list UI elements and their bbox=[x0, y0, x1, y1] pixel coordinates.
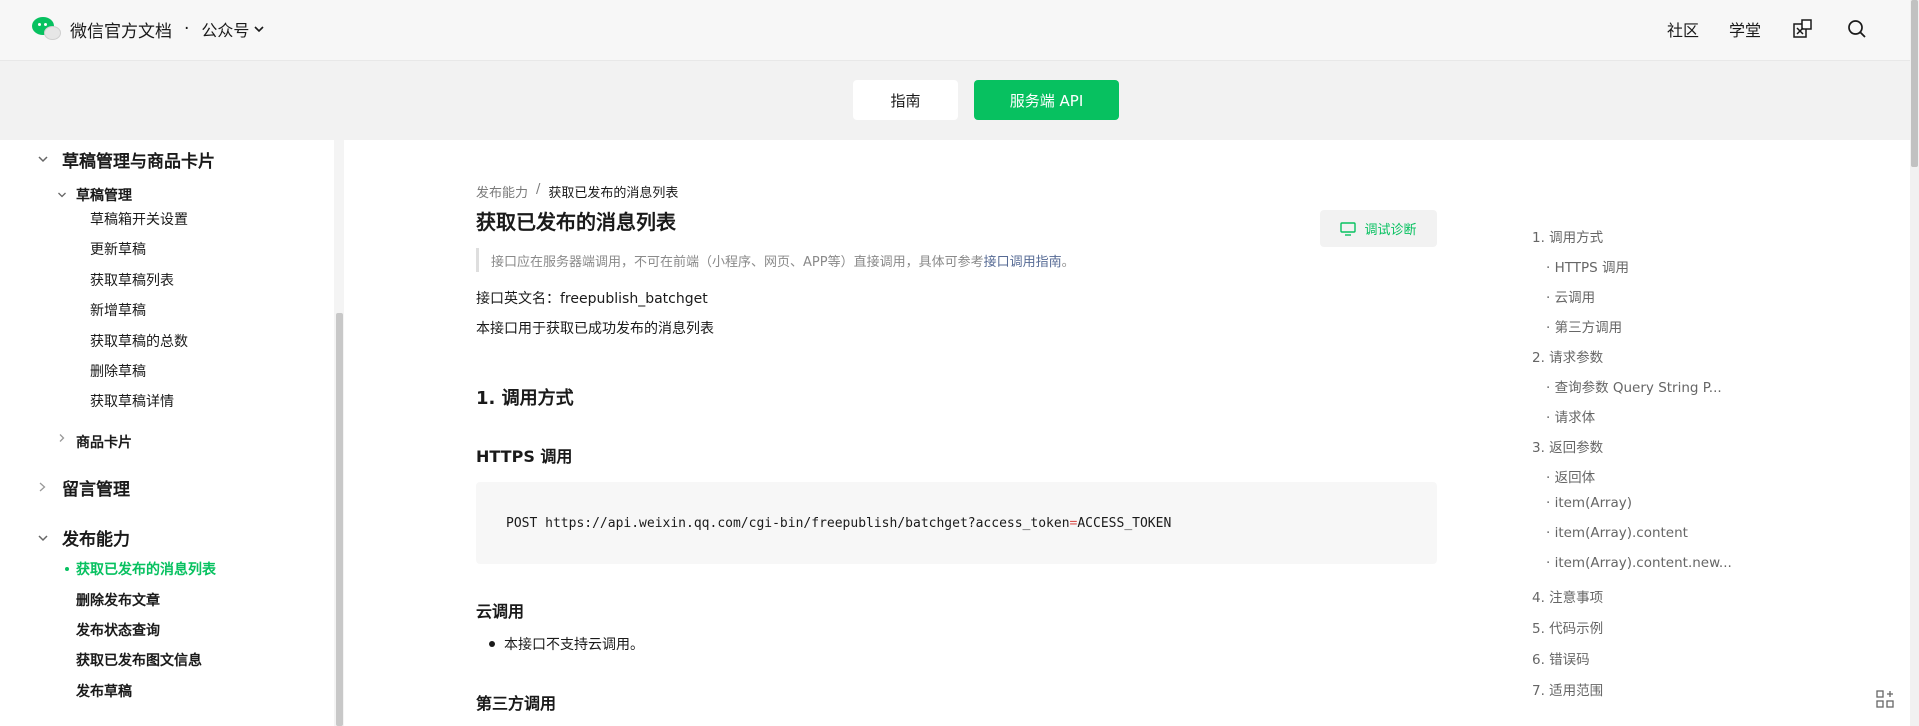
chevron-down-icon bbox=[254, 26, 264, 33]
toc-item[interactable]: 7. 适用范围 bbox=[1532, 679, 1603, 699]
toc-item[interactable]: · 第三方调用 bbox=[1546, 316, 1622, 336]
nav-link-community[interactable]: 社区 bbox=[1667, 17, 1699, 41]
heading-third-party-call: 第三方调用 bbox=[476, 694, 557, 713]
tab-guide[interactable]: 指南 bbox=[853, 80, 958, 120]
chevron-down-icon[interactable] bbox=[37, 152, 49, 166]
sidebar-item-published-article[interactable]: 获取已发布图文信息 bbox=[76, 651, 202, 669]
toc-item[interactable]: · 云调用 bbox=[1546, 286, 1595, 306]
nav-brand-area: 微信官方文档 · 公众号 bbox=[32, 14, 265, 44]
breadcrumb-current: 获取已发布的消息列表 bbox=[548, 186, 679, 201]
breadcrumb-separator: / bbox=[536, 182, 541, 197]
sidebar-item-add-draft[interactable]: 新增草稿 bbox=[90, 301, 146, 319]
section-call-method: 1. 调用方式 bbox=[476, 388, 574, 409]
api-name: 接口英文名：freepublish_batchget bbox=[476, 291, 708, 307]
toc-item[interactable]: 1. 调用方式 bbox=[1532, 226, 1603, 246]
monitor-icon bbox=[1340, 221, 1357, 236]
brand-title[interactable]: 微信官方文档 bbox=[70, 17, 172, 42]
tab-server-api[interactable]: 服务端 API bbox=[974, 80, 1119, 120]
page-scrollbar-thumb[interactable] bbox=[1911, 0, 1918, 167]
toc-item[interactable]: · item(Array).content bbox=[1546, 525, 1688, 541]
api-description: 本接口用于获取已成功发布的消息列表 bbox=[476, 321, 714, 337]
toc-item[interactable]: · 返回体 bbox=[1546, 466, 1595, 486]
sidebar-subgroup-product-card[interactable]: 商品卡片 bbox=[76, 433, 132, 451]
sidebar-item-draft-list[interactable]: 获取草稿列表 bbox=[90, 271, 174, 289]
chevron-down-icon[interactable] bbox=[57, 190, 67, 200]
notice-link-guide[interactable]: 接口调用指南 bbox=[984, 251, 1062, 270]
sidebar: 草稿管理与商品卡片 草稿管理 草稿箱开关设置 更新草稿 获取草稿列表 新增草稿 … bbox=[0, 140, 344, 726]
apps-grid-icon[interactable] bbox=[1872, 686, 1898, 712]
chevron-right-icon[interactable] bbox=[58, 433, 66, 443]
sidebar-group-publish[interactable]: 发布能力 bbox=[62, 526, 130, 550]
toc-item[interactable]: 3. 返回参数 bbox=[1532, 436, 1603, 456]
sidebar-group-drafts[interactable]: 草稿管理与商品卡片 bbox=[62, 148, 215, 172]
toc-item[interactable]: · item(Array) bbox=[1546, 495, 1632, 511]
brand-separator: · bbox=[184, 19, 190, 39]
debug-button[interactable]: 调试诊断 bbox=[1320, 210, 1437, 247]
doc-tabbar: 指南 服务端 API bbox=[0, 61, 1910, 140]
heading-https-call: HTTPS 调用 bbox=[476, 447, 573, 466]
toc-item[interactable]: · 请求体 bbox=[1546, 406, 1595, 426]
toc-item[interactable]: · item(Array).content.new... bbox=[1546, 555, 1732, 571]
main-content: 发布能力 / 获取已发布的消息列表 获取已发布的消息列表 调试诊断 接口应在服务… bbox=[344, 140, 1490, 726]
code-eq: = bbox=[1069, 515, 1078, 531]
sandbox-icon[interactable] bbox=[1791, 17, 1815, 41]
toc-item[interactable]: 5. 代码示例 bbox=[1532, 617, 1603, 637]
code-token: ACCESS_TOKEN bbox=[1077, 515, 1172, 531]
active-indicator-dot bbox=[65, 567, 69, 571]
sidebar-item-publish-status[interactable]: 发布状态查询 bbox=[76, 621, 160, 639]
chevron-down-icon[interactable] bbox=[37, 531, 49, 545]
code-block: POST https://api.weixin.qq.com/cgi-bin/f… bbox=[476, 482, 1437, 564]
toc-item[interactable]: 2. 请求参数 bbox=[1532, 346, 1603, 366]
chevron-right-icon[interactable] bbox=[38, 481, 47, 493]
sidebar-item-draftbox-switch[interactable]: 草稿箱开关设置 bbox=[90, 210, 188, 228]
sidebar-item-draft-detail[interactable]: 获取草稿详情 bbox=[90, 392, 174, 410]
nav-links: 社区 学堂 bbox=[1667, 14, 1869, 44]
sidebar-item-update-draft[interactable]: 更新草稿 bbox=[90, 240, 146, 258]
sidebar-subgroup-draft-management[interactable]: 草稿管理 bbox=[76, 186, 132, 204]
sidebar-item-delete-draft[interactable]: 删除草稿 bbox=[90, 362, 146, 380]
page-title: 获取已发布的消息列表 bbox=[476, 210, 676, 234]
toc-item[interactable]: · HTTPS 调用 bbox=[1546, 256, 1629, 276]
notice-callout: 接口应在服务器端调用，不可在前端（小程序、网页、APP等）直接调用，具体可参考接… bbox=[476, 248, 1075, 272]
code-url: POST https://api.weixin.qq.com/cgi-bin/f… bbox=[506, 515, 1070, 531]
toc-item[interactable]: · 查询参数 Query String P... bbox=[1546, 376, 1722, 396]
channel-label: 公众号 bbox=[201, 21, 250, 40]
top-navbar: 微信官方文档 · 公众号 社区 学堂 bbox=[0, 0, 1919, 61]
sidebar-item-draft-count[interactable]: 获取草稿的总数 bbox=[90, 332, 188, 350]
wechat-logo-icon[interactable] bbox=[32, 15, 62, 43]
nav-link-academy[interactable]: 学堂 bbox=[1729, 17, 1761, 41]
heading-cloud-call: 云调用 bbox=[476, 602, 525, 621]
sidebar-group-comments[interactable]: 留言管理 bbox=[62, 476, 130, 500]
sidebar-item-published-list[interactable]: 获取已发布的消息列表 bbox=[76, 560, 216, 578]
sidebar-item-publish-draft[interactable]: 发布草稿 bbox=[76, 682, 132, 700]
toc-item[interactable]: 6. 错误码 bbox=[1532, 648, 1590, 668]
page-scrollbar[interactable] bbox=[1910, 0, 1919, 726]
table-of-contents: 1. 调用方式 · HTTPS 调用 · 云调用 · 第三方调用 2. 请求参数… bbox=[1490, 140, 1910, 726]
notice-text: 接口应在服务器端调用，不可在前端（小程序、网页、APP等）直接调用，具体可参考 bbox=[491, 254, 984, 270]
list-item: 本接口不支持云调用。 bbox=[489, 634, 644, 654]
notice-end: 。 bbox=[1061, 254, 1075, 270]
search-icon[interactable] bbox=[1845, 17, 1869, 41]
sidebar-scrollbar-thumb[interactable] bbox=[336, 313, 343, 726]
channel-dropdown[interactable]: 公众号 bbox=[201, 17, 265, 41]
toc-item[interactable]: 4. 注意事项 bbox=[1532, 586, 1603, 606]
breadcrumb-parent[interactable]: 发布能力 bbox=[476, 182, 528, 201]
sidebar-item-delete-published[interactable]: 删除发布文章 bbox=[76, 591, 160, 609]
breadcrumb: 发布能力 / 获取已发布的消息列表 bbox=[476, 182, 678, 201]
debug-button-label: 调试诊断 bbox=[1364, 223, 1417, 238]
